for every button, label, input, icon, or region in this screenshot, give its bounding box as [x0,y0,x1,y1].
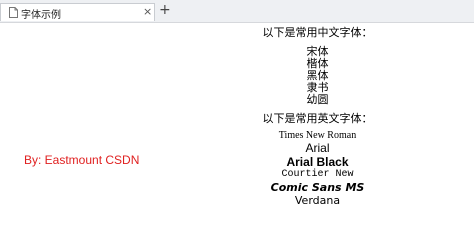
font-verdana: Verdana [294,194,341,207]
new-tab-button[interactable]: + [159,3,171,17]
tab-font-example[interactable]: 字体示例 × [0,3,155,21]
author-byline: By: Eastmount CSDN [24,153,140,167]
tab-title: 字体示例 [21,10,61,21]
divider [0,22,474,23]
font-arial-black: Arial Black [286,155,349,169]
document-icon [9,7,18,18]
english-font-list: Times New Roman Arial Arial Black Courti… [250,130,385,208]
font-courier-new: Courtier New [281,169,354,180]
font-youyuan: 幼圆 [306,93,329,106]
close-icon[interactable]: × [143,5,152,18]
font-arial: Arial [305,141,330,155]
tab-bar: 字体示例 × + [0,0,474,22]
chinese-font-list: 宋体 楷体 黑体 隶书 幼圆 [250,46,385,106]
english-fonts-heading: 以下是常用英文字体： [262,112,373,125]
font-comic-sans: Comic Sans MS [270,181,365,194]
chinese-fonts-heading: 以下是常用中文字体： [262,26,373,39]
page-content: 以下是常用中文字体： 宋体 楷体 黑体 隶书 幼圆 以下是常用英文字体： Tim… [250,26,385,208]
